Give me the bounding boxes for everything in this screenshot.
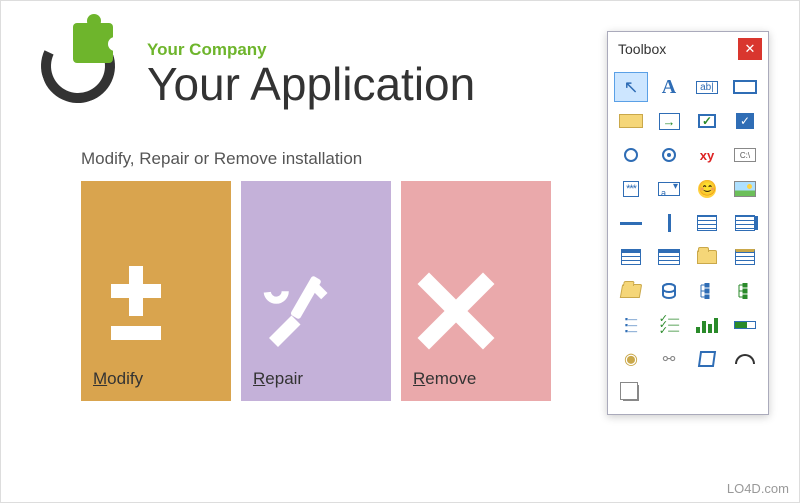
groupbox-tool[interactable] (614, 106, 648, 136)
radio-selected-icon (662, 148, 676, 162)
radio-empty-tool[interactable] (614, 140, 648, 170)
listbox-icon (697, 215, 717, 231)
checklist-icon: ▪—▪—▪— (625, 316, 637, 334)
chart-tool[interactable] (690, 310, 724, 340)
radio-empty-icon (624, 148, 638, 162)
picturebox-tool[interactable] (728, 174, 762, 204)
copy-tool[interactable] (614, 378, 648, 408)
box3d-tool[interactable] (690, 344, 724, 374)
folder-list-icon (735, 249, 755, 265)
radio-selected-tool[interactable] (652, 140, 686, 170)
listview-tool[interactable] (614, 242, 648, 272)
pointer-tool[interactable]: ↖ (614, 72, 648, 102)
box3d-icon (698, 351, 716, 367)
tree-icon (698, 283, 716, 299)
arrow-right-icon: → (659, 113, 680, 130)
picture-icon (734, 181, 756, 197)
commandline-tool[interactable]: C:\ (728, 140, 762, 170)
listview-icon (621, 249, 641, 265)
tree-tool[interactable] (690, 276, 724, 306)
checklist-green-tool[interactable]: ✓—✓—✓— (652, 310, 686, 340)
label-tool[interactable]: A (652, 72, 686, 102)
checkbox-icon: ✓ (698, 114, 716, 128)
listbox-scroll-icon (735, 215, 755, 231)
vline-tool[interactable] (652, 208, 686, 238)
puzzle-piece-icon (73, 23, 113, 63)
listview-detail-icon (658, 249, 680, 265)
modify-label: Modify (93, 369, 143, 389)
tools-icon (251, 266, 341, 356)
checkbox-filled-icon: ✓ (736, 113, 754, 129)
tree-checked-tool[interactable] (728, 276, 762, 306)
pin-icon: ◉ (624, 349, 638, 369)
repair-tile[interactable]: Repair (241, 181, 391, 401)
database-icon (662, 283, 676, 299)
progress-icon (734, 321, 756, 329)
image-tool[interactable] (690, 174, 724, 204)
textbox-icon: ab| (696, 81, 718, 94)
checkbox-checked-tool[interactable]: ✓ (728, 106, 762, 136)
toolbox-close-button[interactable]: ✕ (738, 38, 762, 60)
copy-icon (623, 385, 639, 401)
repair-label: Repair (253, 369, 303, 389)
tree-checked-icon (736, 283, 754, 299)
rect-outline-icon (733, 80, 757, 94)
hline-icon (620, 222, 642, 225)
xy-text-icon: xy (700, 148, 714, 163)
app-logo (41, 29, 131, 119)
listview-detail-tool[interactable] (652, 242, 686, 272)
bar-chart-icon (696, 317, 718, 333)
database-tool[interactable] (652, 276, 686, 306)
folder-icon (697, 250, 717, 264)
link-tool[interactable]: ⚯ (652, 344, 686, 374)
folder-open-icon (620, 284, 642, 298)
toolbox-title-text: Toolbox (618, 41, 666, 57)
hline-tool[interactable] (614, 208, 648, 238)
panel-tool[interactable] (728, 72, 762, 102)
progress-tool[interactable] (728, 310, 762, 340)
watermark-text: LO4D.com (727, 481, 789, 496)
password-tool[interactable]: *** (614, 174, 648, 204)
close-icon: ✕ (745, 41, 756, 57)
toolbox-titlebar[interactable]: Toolbox ✕ (608, 32, 768, 66)
plusminus-icon (91, 266, 181, 356)
cursor-icon: ↖ (623, 77, 638, 98)
smiley-icon (698, 180, 716, 198)
button-tool[interactable]: → (652, 106, 686, 136)
folder-open-tool[interactable] (614, 276, 648, 306)
rect-fill-icon (619, 114, 643, 128)
checkbox-tool[interactable]: ✓ (690, 106, 724, 136)
x-icon (411, 266, 501, 356)
app-title: Your Application (147, 60, 475, 108)
arc-icon (735, 354, 755, 364)
chain-link-icon: ⚯ (663, 350, 676, 368)
hyperlink-tool[interactable]: xy (690, 140, 724, 170)
arc-tool[interactable] (728, 344, 762, 374)
vline-icon (668, 214, 671, 232)
company-label: Your Company (147, 40, 475, 60)
pin-tool[interactable]: ◉ (614, 344, 648, 374)
combobox-tool[interactable]: a (652, 174, 686, 204)
text-A-icon: A (662, 76, 676, 99)
folder-list-tool[interactable] (728, 242, 762, 272)
modify-tile[interactable]: Modify (81, 181, 231, 401)
password-stars-icon: *** (623, 181, 639, 197)
combobox-icon: a (658, 182, 680, 196)
listbox-scroll-tool[interactable] (728, 208, 762, 238)
cmd-icon: C:\ (734, 148, 756, 162)
checklist-green-icon: ✓—✓—✓— (659, 316, 679, 334)
remove-tile[interactable]: Remove (401, 181, 551, 401)
folder-tool[interactable] (690, 242, 724, 272)
remove-label: Remove (413, 369, 476, 389)
listbox-tool[interactable] (690, 208, 724, 238)
checklist-tool[interactable]: ▪—▪—▪— (614, 310, 648, 340)
toolbox-panel[interactable]: Toolbox ✕ ↖ A ab| → ✓ ✓ xy C:\ *** a (607, 31, 769, 415)
textbox-tool[interactable]: ab| (690, 72, 724, 102)
toolbox-grid: ↖ A ab| → ✓ ✓ xy C:\ *** a ▪—▪—▪— ✓—✓—✓—… (608, 66, 768, 414)
